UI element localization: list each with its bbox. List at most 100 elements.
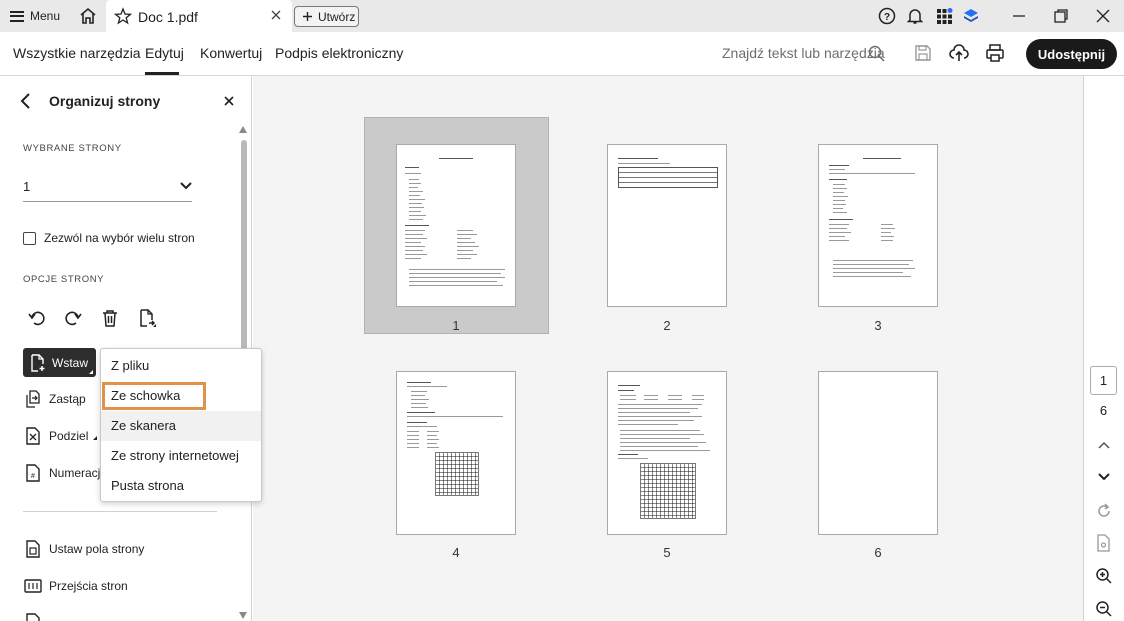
close-tab-icon[interactable] bbox=[270, 9, 282, 21]
insert-button[interactable]: Wstaw bbox=[23, 348, 96, 377]
rotate-left-icon[interactable] bbox=[27, 308, 47, 328]
page-label-3: 3 bbox=[874, 318, 882, 333]
scroll-up-arrow[interactable] bbox=[239, 126, 247, 133]
page-label-2: 2 bbox=[663, 318, 671, 333]
selected-page-dropdown[interactable]: 1 bbox=[23, 173, 192, 202]
menu-label: Menu bbox=[30, 9, 61, 23]
page-transitions-label: Przejścia stron bbox=[49, 579, 128, 593]
menu-item-from-web-page[interactable]: Ze strony internetowej bbox=[101, 441, 261, 471]
menu-button[interactable]: Menu bbox=[10, 6, 60, 26]
create-button[interactable]: Utwórz bbox=[294, 6, 359, 27]
extract-page-icon[interactable] bbox=[137, 308, 157, 328]
zoom-out-icon[interactable] bbox=[1095, 600, 1113, 618]
page-label-6: 6 bbox=[874, 545, 882, 560]
panel-close-icon[interactable] bbox=[223, 95, 235, 107]
menu-item-label: Ze schowka bbox=[111, 388, 181, 403]
hamburger-icon bbox=[10, 10, 24, 22]
search-field[interactable]: Znajdź tekst lub narzędzia bbox=[722, 45, 885, 61]
menu-item-from-scanner[interactable]: Ze skanera bbox=[101, 411, 261, 441]
replace-page-icon bbox=[26, 390, 40, 408]
selected-page-value: 1 bbox=[23, 179, 31, 194]
apps-grid-icon[interactable] bbox=[935, 7, 953, 25]
create-label: Utwórz bbox=[318, 9, 356, 24]
page-label-1: 1 bbox=[452, 318, 460, 333]
print-icon[interactable] bbox=[985, 43, 1005, 63]
tab-convert[interactable]: Konwertuj bbox=[200, 45, 262, 61]
document-tab-name: Doc 1.pdf bbox=[138, 9, 198, 25]
page-thumbnail-5[interactable] bbox=[607, 371, 727, 535]
star-icon[interactable] bbox=[114, 7, 132, 25]
stack-layers-icon[interactable] bbox=[962, 7, 980, 25]
page-thumbnail-6[interactable] bbox=[818, 371, 938, 535]
cut-off-item[interactable] bbox=[23, 612, 43, 621]
svg-text:#: # bbox=[31, 473, 35, 480]
page-thumbnail-1[interactable] bbox=[396, 144, 516, 307]
insert-page-icon bbox=[31, 353, 45, 372]
zoom-in-icon[interactable] bbox=[1095, 567, 1113, 585]
main-toolbar: Wszystkie narzędzia Edytuj Konwertuj Pod… bbox=[0, 32, 1124, 76]
search-icon[interactable] bbox=[868, 45, 885, 62]
current-page-input[interactable]: 1 bbox=[1090, 366, 1117, 395]
plus-icon bbox=[303, 12, 312, 21]
submenu-indicator bbox=[93, 436, 98, 440]
page-label-4: 4 bbox=[452, 545, 460, 560]
tab-edit[interactable]: Edytuj bbox=[145, 45, 184, 61]
document-tab[interactable]: Doc 1.pdf bbox=[106, 0, 292, 32]
menu-item-from-clipboard[interactable]: Ze schowka bbox=[101, 381, 261, 411]
chevron-up-icon[interactable] bbox=[1095, 437, 1113, 455]
page-options-label: OPCJE STRONY bbox=[23, 274, 105, 285]
selected-pages-label: WYBRANE STRONY bbox=[23, 143, 122, 154]
minimize-icon[interactable] bbox=[1010, 7, 1028, 25]
page-label-5: 5 bbox=[663, 545, 671, 560]
page-icon bbox=[26, 613, 40, 621]
page-box-icon bbox=[26, 540, 40, 558]
panel-scrollbar-thumb[interactable] bbox=[241, 140, 247, 350]
window-close-icon[interactable] bbox=[1094, 7, 1112, 25]
share-button[interactable]: Udostępnij bbox=[1026, 39, 1117, 69]
back-arrow-icon[interactable] bbox=[18, 92, 34, 110]
title-bar: Menu Doc 1.pdf Utwórz ? bbox=[0, 0, 1124, 32]
total-pages: 6 bbox=[1099, 403, 1108, 418]
numbering-icon: # bbox=[26, 464, 40, 482]
insert-label: Wstaw bbox=[52, 355, 88, 370]
cloud-upload-icon[interactable] bbox=[949, 43, 969, 63]
chevron-down-icon[interactable] bbox=[1095, 467, 1113, 485]
insert-dropdown-menu: Z pliku Ze schowka Ze skanera Ze strony … bbox=[100, 348, 262, 502]
home-icon[interactable] bbox=[78, 6, 98, 26]
panel-divider bbox=[23, 511, 217, 512]
set-page-box-label: Ustaw pola strony bbox=[49, 542, 145, 556]
page-thumbnail-2[interactable] bbox=[607, 144, 727, 307]
trash-icon[interactable] bbox=[100, 308, 120, 328]
rotate-right-icon[interactable] bbox=[63, 308, 83, 328]
restore-icon[interactable] bbox=[1052, 7, 1070, 25]
active-tab-indicator bbox=[145, 72, 179, 75]
numbering-button[interactable]: # Numeracj bbox=[23, 463, 100, 483]
page-thumbnail-3[interactable] bbox=[818, 144, 938, 307]
numbering-label: Numeracj bbox=[49, 466, 101, 480]
refresh-icon[interactable] bbox=[1095, 502, 1113, 520]
split-label: Podziel bbox=[49, 429, 89, 443]
replace-button[interactable]: Zastąp bbox=[23, 389, 86, 409]
bell-icon[interactable] bbox=[906, 7, 924, 25]
transitions-icon bbox=[24, 579, 42, 593]
menu-item-blank-page[interactable]: Pusta strona bbox=[101, 471, 261, 501]
menu-item-from-file[interactable]: Z pliku bbox=[101, 351, 261, 381]
multi-select-option[interactable]: Zezwól na wybór wielu stron bbox=[23, 231, 195, 245]
split-page-icon bbox=[26, 427, 40, 445]
multi-select-checkbox[interactable] bbox=[23, 231, 36, 245]
page-transitions-button[interactable]: Przejścia stron bbox=[23, 576, 128, 596]
submenu-indicator bbox=[89, 370, 93, 374]
tab-e-signature[interactable]: Podpis elektroniczny bbox=[275, 45, 403, 61]
panel-title: Organizuj strony bbox=[49, 93, 161, 109]
set-page-box-button[interactable]: Ustaw pola strony bbox=[23, 539, 144, 559]
page-thumbnail-4[interactable] bbox=[396, 371, 516, 535]
save-icon[interactable] bbox=[914, 44, 932, 62]
replace-label: Zastąp bbox=[49, 392, 86, 406]
help-icon[interactable]: ? bbox=[878, 7, 896, 25]
page-settings-icon[interactable] bbox=[1095, 534, 1113, 552]
tab-all-tools[interactable]: Wszystkie narzędzia bbox=[13, 45, 141, 61]
scroll-down-arrow[interactable] bbox=[239, 612, 247, 619]
multi-select-label: Zezwól na wybór wielu stron bbox=[44, 231, 195, 245]
split-button[interactable]: Podziel bbox=[23, 426, 100, 446]
chevron-down-icon bbox=[180, 182, 192, 190]
